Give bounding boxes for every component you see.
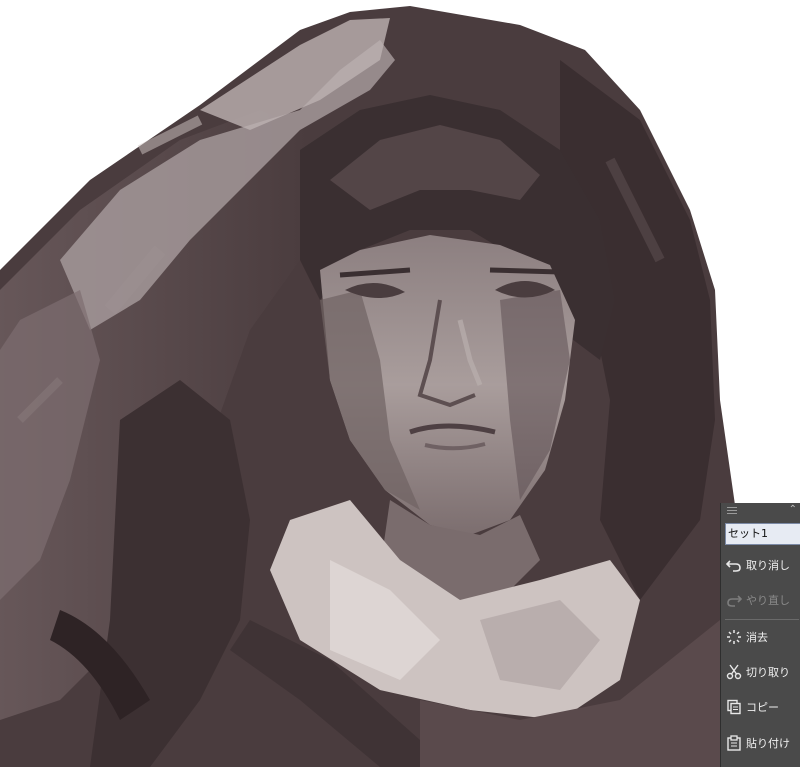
copy-button[interactable]: コピー (721, 693, 800, 721)
undo-label: 取り消し (746, 559, 790, 572)
undo-icon (725, 556, 743, 574)
clear-label: 消去 (746, 631, 768, 644)
clear-button[interactable]: 消去 (721, 623, 800, 651)
paste-icon (725, 734, 743, 752)
command-bar-panel: ⌃ セット1 取り消し やり直し 消去 切り取り コピー 貼り付け (720, 503, 800, 767)
paste-label: 貼り付け (746, 737, 790, 750)
command-set-select[interactable]: セット1 (725, 523, 800, 545)
cut-button[interactable]: 切り取り (721, 658, 800, 686)
clear-icon (725, 628, 743, 646)
panel-grip-icon[interactable] (727, 507, 737, 515)
copy-label: コピー (746, 701, 779, 714)
redo-button[interactable]: やり直し (721, 586, 800, 614)
panel-menu-icon[interactable]: ⌃ (789, 504, 797, 516)
undo-button[interactable]: 取り消し (721, 551, 800, 579)
paste-button[interactable]: 貼り付け (721, 729, 800, 757)
redo-label: やり直し (746, 594, 790, 607)
painting-hooded-figure (0, 6, 735, 767)
separator (725, 619, 799, 620)
copy-icon (725, 698, 743, 716)
scissors-icon (725, 663, 743, 681)
cut-label: 切り取り (746, 666, 790, 679)
redo-icon (725, 591, 743, 609)
drawing-canvas[interactable] (0, 0, 800, 767)
